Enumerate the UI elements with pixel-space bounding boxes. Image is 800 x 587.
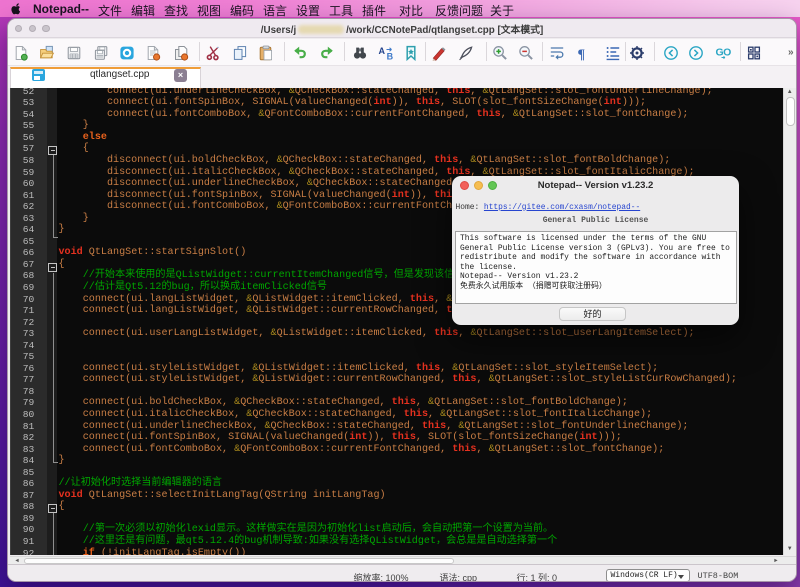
svg-text:A: A [379, 46, 386, 56]
svg-text:B: B [387, 52, 394, 61]
svg-text:GO: GO [716, 47, 732, 59]
svg-text:¶: ¶ [578, 48, 586, 62]
